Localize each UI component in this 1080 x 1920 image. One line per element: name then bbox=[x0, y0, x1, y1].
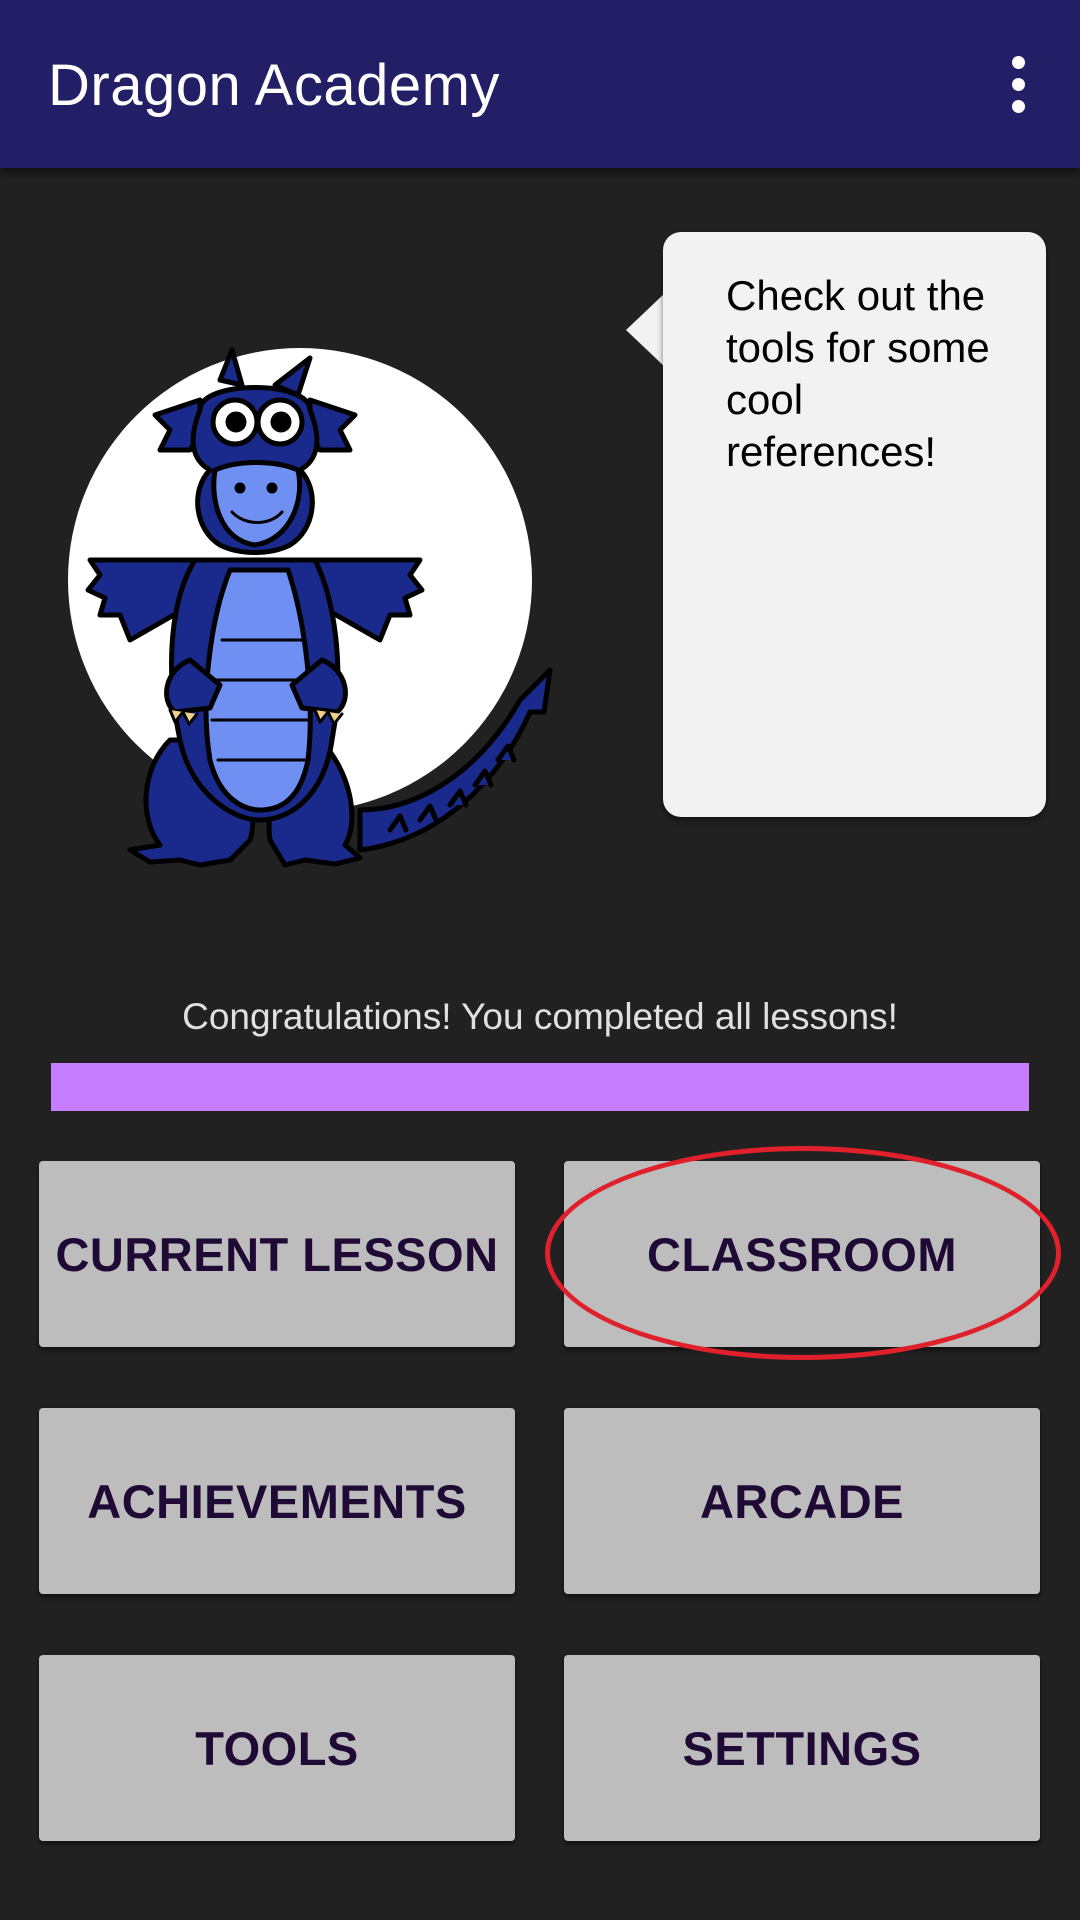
lesson-progress-bar bbox=[51, 1063, 1029, 1111]
dragon-mascot-image bbox=[60, 340, 560, 880]
app-title: Dragon Academy bbox=[48, 53, 500, 118]
home-screen: Dragon Academy Check out the tools for s… bbox=[0, 0, 1080, 1920]
achievements-button[interactable]: ACHIEVEMENTS bbox=[39, 1408, 515, 1594]
speech-bubble-tail bbox=[626, 292, 666, 368]
current-lesson-button[interactable]: CURRENT LESSON bbox=[39, 1161, 515, 1347]
arcade-button[interactable]: ARCADE bbox=[564, 1408, 1040, 1594]
progress-message: Congratulations! You completed all lesso… bbox=[182, 996, 898, 1037]
menu-dot bbox=[1011, 77, 1025, 91]
speech-bubble: Check out the tools for some cool refere… bbox=[663, 232, 1046, 817]
app-bar: Dragon Academy bbox=[0, 0, 1080, 168]
lesson-progress-fill bbox=[51, 1063, 1029, 1111]
more-vert-icon[interactable] bbox=[982, 44, 1054, 124]
speech-bubble-text: Check out the tools for some cool refere… bbox=[726, 272, 990, 475]
menu-dot bbox=[1011, 55, 1025, 69]
classroom-button[interactable]: CLASSROOM bbox=[564, 1161, 1040, 1347]
menu-dot bbox=[1011, 99, 1025, 113]
tools-button[interactable]: TOOLS bbox=[39, 1655, 515, 1841]
settings-button[interactable]: SETTINGS bbox=[564, 1655, 1040, 1841]
